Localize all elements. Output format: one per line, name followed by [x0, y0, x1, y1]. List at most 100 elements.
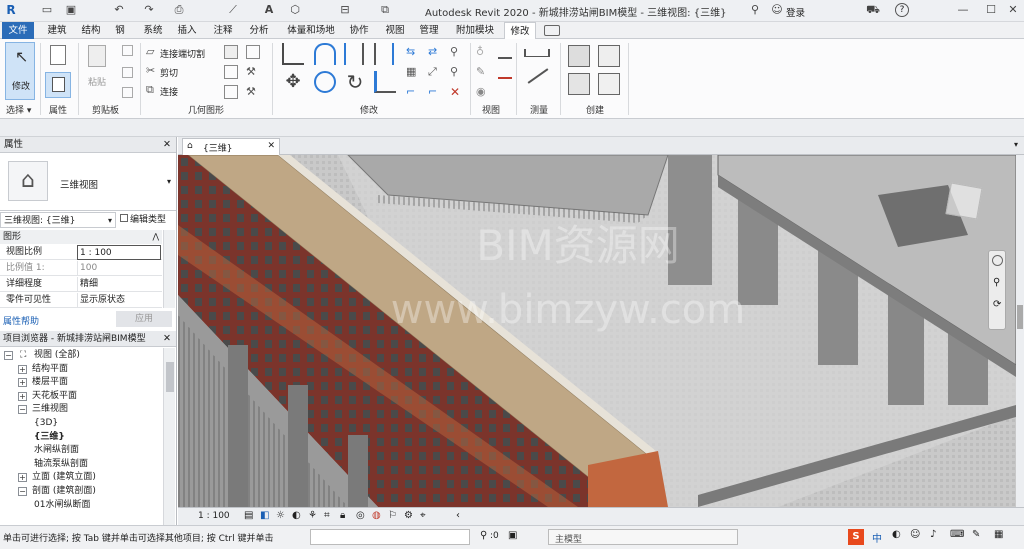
- view-scale[interactable]: 1 : 100: [198, 511, 230, 521]
- trim-single-icon[interactable]: ⌐: [406, 85, 420, 99]
- tab-structure[interactable]: 结构: [76, 22, 106, 39]
- visual-style-icon[interactable]: ◧: [260, 510, 269, 521]
- highlight-displacement-icon[interactable]: ⌖: [420, 510, 426, 521]
- dropdown-arrow-icon[interactable]: ▾: [167, 177, 171, 186]
- user-icon[interactable]: ☺: [770, 3, 784, 17]
- scroll-thumb[interactable]: [166, 362, 174, 392]
- type-properties-icon[interactable]: [50, 45, 66, 65]
- trim-icon[interactable]: [374, 71, 396, 93]
- shadows-icon[interactable]: ◐: [292, 510, 301, 521]
- viewcube-icon[interactable]: [945, 182, 983, 220]
- view-scrollbar[interactable]: [1016, 155, 1024, 507]
- cut-clip-icon[interactable]: [122, 67, 133, 78]
- measure-between-icon[interactable]: [524, 49, 550, 57]
- property-row[interactable]: 比例值 1: 100: [0, 261, 162, 276]
- steering-wheel-icon[interactable]: [992, 255, 1003, 266]
- align-icon[interactable]: [282, 43, 304, 65]
- override-graphics-icon[interactable]: [498, 45, 512, 59]
- tab-architecture[interactable]: 建筑: [42, 22, 72, 39]
- lightbulb-icon[interactable]: ♁: [476, 45, 490, 59]
- delete-icon[interactable]: ✕: [450, 85, 464, 99]
- ime-logo-icon[interactable]: S: [848, 529, 864, 545]
- property-value[interactable]: 精细: [77, 277, 161, 292]
- view-collapse-icon[interactable]: ‹: [456, 510, 460, 521]
- worksharing-icon[interactable]: ⚐: [388, 510, 397, 521]
- move-icon[interactable]: ✥: [282, 71, 304, 93]
- lock-view-icon[interactable]: 🔒︎: [340, 510, 345, 521]
- tab-steel[interactable]: 钢: [110, 22, 130, 39]
- ribbon-toggle-icon[interactable]: [544, 25, 560, 36]
- trim-multiple-icon[interactable]: ⌐: [428, 85, 442, 99]
- editable-only-icon[interactable]: ▣: [508, 530, 517, 541]
- unjoin-icon[interactable]: [224, 85, 238, 99]
- print-icon[interactable]: ⎙: [172, 3, 186, 17]
- ime-emoji-icon[interactable]: ☺: [910, 529, 920, 540]
- ime-punct-icon[interactable]: ◐: [892, 529, 901, 540]
- expand-icon[interactable]: +: [18, 364, 27, 374]
- scroll-thumb[interactable]: [1017, 305, 1023, 329]
- dimension-icon[interactable]: [527, 68, 549, 84]
- temporary-hide-icon[interactable]: ◎: [356, 510, 365, 521]
- mirror-axis-icon[interactable]: [344, 43, 364, 65]
- property-row[interactable]: 零件可见性 显示原状态: [0, 293, 162, 308]
- close-icon[interactable]: ✕: [163, 137, 171, 153]
- tree-item-ceiling-plans[interactable]: + 天花板平面: [0, 390, 162, 403]
- ime-skin-icon[interactable]: ✎: [972, 529, 980, 540]
- scale-icon[interactable]: ⤢: [428, 65, 442, 79]
- mirror-draw-icon[interactable]: [374, 43, 394, 65]
- hammer-icon[interactable]: ⚒: [246, 85, 260, 99]
- tree-item-sections[interactable]: − 剖面 (建筑剖面): [0, 485, 162, 498]
- tab-addins[interactable]: 附加模块: [450, 22, 500, 39]
- select-panel-label[interactable]: 选择 ▾: [6, 103, 31, 116]
- orbit-icon[interactable]: ⟳: [993, 299, 1001, 310]
- tab-view[interactable]: 视图: [380, 22, 410, 39]
- ime-keyboard-icon[interactable]: ⌨: [950, 529, 964, 540]
- zoom-icon[interactable]: ⚲: [993, 277, 1000, 288]
- demolish-icon[interactable]: ⚒: [246, 65, 260, 79]
- sun-path-icon[interactable]: ☼: [276, 510, 285, 521]
- property-row[interactable]: 详细程度 精细: [0, 277, 162, 292]
- edit-type-button[interactable]: 编辑类型: [118, 212, 176, 228]
- tree-item-sluice-section[interactable]: 水闸纵剖面: [0, 444, 162, 457]
- view-tab[interactable]: ⌂ {三维} ✕: [182, 138, 280, 155]
- close-hidden-icon[interactable]: ⊟: [338, 3, 352, 17]
- create-group-icon[interactable]: [568, 73, 590, 95]
- tab-insert[interactable]: 插入: [172, 22, 202, 39]
- wall-joins-icon[interactable]: [224, 65, 238, 79]
- tab-massing-site[interactable]: 体量和场地: [282, 22, 340, 39]
- filter-funnel-icon[interactable]: ⚲: [480, 530, 487, 541]
- ime-chinese-label[interactable]: 中: [872, 530, 882, 545]
- tree-item-section-01[interactable]: 01水闸纵断面: [0, 499, 162, 512]
- tab-collaborate[interactable]: 协作: [344, 22, 374, 39]
- split-face-icon[interactable]: [246, 45, 260, 59]
- split-element-icon[interactable]: ⇆: [406, 45, 420, 59]
- cut-join-label[interactable]: 连接端切割: [160, 47, 205, 60]
- eye-hide-icon[interactable]: ◉: [476, 85, 490, 99]
- copy-element-icon[interactable]: [314, 71, 336, 93]
- switch-windows-icon[interactable]: ⧉: [378, 3, 392, 17]
- redo-icon[interactable]: ↷: [142, 3, 156, 17]
- section-graphics[interactable]: 图形 ⋀: [0, 230, 162, 244]
- join-icon[interactable]: ⧉: [146, 83, 160, 97]
- apply-button[interactable]: 应用: [116, 311, 172, 327]
- cut-label[interactable]: 剪切: [160, 66, 178, 79]
- tab-modify[interactable]: 修改: [504, 22, 536, 40]
- render-icon[interactable]: ⚘: [308, 510, 317, 521]
- property-row[interactable]: 视图比例 1 : 100: [0, 245, 162, 260]
- open-icon[interactable]: ▭: [40, 3, 54, 17]
- tree-item-pump-section[interactable]: 轴流泵纵剖面: [0, 458, 162, 471]
- view-instance-selector[interactable]: 三维视图: {三维} ▾: [0, 212, 116, 228]
- cope-icon[interactable]: ▱: [146, 45, 160, 59]
- browser-scrollbar[interactable]: [163, 348, 175, 526]
- search-icon[interactable]: ⚲: [748, 3, 762, 17]
- filter-icon[interactable]: [498, 65, 512, 79]
- analytical-model-icon[interactable]: ⚙: [404, 510, 413, 521]
- property-value[interactable]: 1 : 100: [77, 245, 161, 260]
- tree-item-elevations[interactable]: + 立面 (建筑立面): [0, 471, 162, 484]
- text-icon[interactable]: A: [262, 3, 276, 17]
- rotate-icon[interactable]: ↻: [344, 71, 366, 93]
- tab-file[interactable]: 文件: [2, 22, 34, 39]
- ime-mic-icon[interactable]: ♪: [930, 529, 936, 540]
- modify-tool-button[interactable]: ↖ 修改: [5, 42, 35, 100]
- offset-icon[interactable]: [314, 43, 336, 65]
